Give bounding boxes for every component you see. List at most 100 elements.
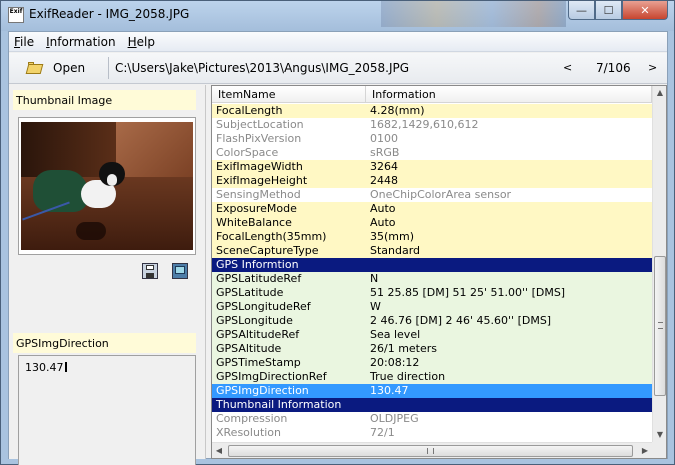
item-name-cell: GPS Informtion	[216, 258, 299, 271]
table-row[interactable]: ExifImageHeight 2448	[212, 174, 652, 188]
table-row[interactable]: SubjectLocation 1682,1429,610,612	[212, 118, 652, 132]
item-name-cell: SubjectLocation	[216, 118, 304, 131]
table-row[interactable]: XResolution 72/1	[212, 426, 652, 440]
table-row[interactable]: ExifImageWidth 3264	[212, 160, 652, 174]
item-name-cell: WhiteBalance	[216, 216, 292, 229]
open-button-label: Open	[53, 61, 86, 75]
item-name-cell: FocalLength	[216, 104, 283, 117]
next-image-button[interactable]: >	[648, 61, 657, 74]
information-cell: 3264	[370, 160, 398, 173]
horizontal-scroll-thumb[interactable]	[228, 445, 633, 457]
scroll-left-icon[interactable]: ◀	[212, 443, 226, 459]
item-name-cell: GPSTimeStamp	[216, 356, 301, 369]
section-header-row[interactable]: Thumbnail Information	[212, 398, 652, 412]
information-cell: OLDJPEG	[370, 412, 419, 425]
menu-information-rest: nformation	[49, 34, 116, 49]
minimize-button[interactable]: —	[568, 1, 595, 20]
save-icon[interactable]	[142, 263, 158, 279]
information-cell: 72/1	[370, 426, 395, 439]
item-name-cell: GPSLongitude	[216, 314, 293, 327]
thumbnail-image	[21, 122, 193, 250]
exif-app-icon: Exif	[8, 7, 24, 23]
close-button[interactable]: ✕	[622, 1, 668, 20]
selected-item-value: 130.47	[25, 361, 64, 374]
selected-item-value-field[interactable]: 130.47	[18, 355, 196, 465]
menu-help[interactable]: Help	[128, 35, 155, 49]
information-cell: 4.28(mm)	[370, 104, 425, 117]
menu-file[interactable]: File	[14, 35, 34, 49]
item-name-cell: XResolution	[216, 426, 282, 439]
information-cell: 26/1 meters	[370, 342, 438, 355]
scrollbar-corner	[652, 442, 666, 458]
item-name-cell: SensingMethod	[216, 188, 301, 201]
information-cell: True direction	[370, 370, 446, 383]
table-row[interactable]: FlashPixVersion 0100	[212, 132, 652, 146]
menu-information[interactable]: Information	[46, 35, 115, 49]
table-row[interactable]: GPSLongitude 2 46.76 [DM] 2 46' 45.60'' […	[212, 314, 652, 328]
column-header-information[interactable]: Information	[366, 86, 652, 103]
item-name-cell: FlashPixVersion	[216, 132, 302, 145]
image-counter: 7/106	[596, 61, 631, 75]
item-name-cell: GPSAltitude	[216, 342, 282, 355]
item-name-cell: GPSImgDirectionRef	[216, 370, 327, 383]
window-controls: — ☐ ✕	[568, 1, 668, 21]
item-name-cell: SceneCaptureType	[216, 244, 319, 257]
title-bar[interactable]: Exif ExifReader - IMG_2058.JPG — ☐ ✕	[1, 1, 674, 31]
table-row[interactable]: SensingMethod OneChipColorArea sensor	[212, 188, 652, 202]
information-cell: 0100	[370, 132, 398, 145]
toolbar: Open C:\Users\Jake\Pictures\2013\Angus\I…	[9, 53, 667, 84]
thumbnail-frame	[18, 117, 196, 255]
information-cell: 1682,1429,610,612	[370, 118, 479, 131]
menu-file-rest: ile	[20, 34, 35, 49]
item-name-cell: ExifImageWidth	[216, 160, 303, 173]
table-row[interactable]: FocalLength(35mm) 35(mm)	[212, 230, 652, 244]
scroll-right-icon[interactable]: ▶	[638, 443, 652, 459]
column-header-itemname[interactable]: ItemName	[212, 86, 366, 103]
scroll-down-icon[interactable]: ▼	[653, 428, 667, 442]
information-cell: 130.47	[370, 384, 409, 397]
monitor-icon[interactable]	[172, 263, 188, 279]
information-cell	[366, 258, 652, 272]
table-row[interactable]: GPSLongitudeRef W	[212, 300, 652, 314]
menu-bar: File Information Help	[9, 32, 667, 52]
open-button[interactable]: Open	[25, 58, 86, 78]
information-cell: Auto	[370, 216, 396, 229]
list-header: ItemName Information	[212, 86, 652, 103]
item-name-cell: Thumbnail Information	[216, 398, 342, 411]
information-cell: 35(mm)	[370, 230, 415, 243]
open-folder-icon	[25, 62, 44, 74]
table-row[interactable]: WhiteBalance Auto	[212, 216, 652, 230]
table-row[interactable]: GPSImgDirectionRef True direction	[212, 370, 652, 384]
thumbnail-actions	[142, 263, 188, 279]
menu-help-rest: elp	[136, 34, 155, 49]
title-bar-background	[381, 1, 566, 27]
horizontal-scrollbar[interactable]: ◀ ▶	[212, 442, 652, 458]
information-cell: 51 25.85 [DM] 51 25' 51.00'' [DMS]	[370, 286, 566, 299]
information-cell: 20:08:12	[370, 356, 420, 369]
table-row[interactable]: GPSImgDirection 130.47	[212, 384, 652, 398]
table-row[interactable]: FocalLength 4.28(mm)	[212, 104, 652, 118]
toolbar-separator	[108, 57, 109, 79]
table-row[interactable]: ColorSpace sRGB	[212, 146, 652, 160]
information-cell: Auto	[370, 202, 396, 215]
table-row[interactable]: GPSTimeStamp 20:08:12	[212, 356, 652, 370]
table-row[interactable]: SceneCaptureType Standard	[212, 244, 652, 258]
information-cell: OneChipColorArea sensor	[370, 188, 512, 201]
table-row[interactable]: ExposureMode Auto	[212, 202, 652, 216]
maximize-button[interactable]: ☐	[595, 1, 622, 20]
table-row[interactable]: Compression OLDJPEG	[212, 412, 652, 426]
table-row[interactable]: GPSAltitude 26/1 meters	[212, 342, 652, 356]
section-header-row[interactable]: GPS Informtion	[212, 258, 652, 272]
vertical-scrollbar[interactable]: ▲ ▼	[652, 86, 666, 442]
item-name-cell: ExifImageHeight	[216, 174, 308, 187]
vertical-scroll-thumb[interactable]	[654, 256, 666, 396]
table-row[interactable]: GPSLatitude 51 25.85 [DM] 51 25' 51.00'' …	[212, 286, 652, 300]
menu-help-accel: H	[127, 34, 137, 49]
exif-list-view[interactable]: ItemName Information FocalLength 4.28(mm)…	[211, 85, 667, 459]
table-row[interactable]: GPSLatitudeRef N	[212, 272, 652, 286]
table-row[interactable]: GPSAltitudeRef Sea level	[212, 328, 652, 342]
item-name-cell: FocalLength(35mm)	[216, 230, 327, 243]
previous-image-button[interactable]: <	[563, 61, 572, 74]
scroll-up-icon[interactable]: ▲	[653, 86, 667, 100]
item-name-cell: GPSImgDirection	[212, 384, 366, 398]
